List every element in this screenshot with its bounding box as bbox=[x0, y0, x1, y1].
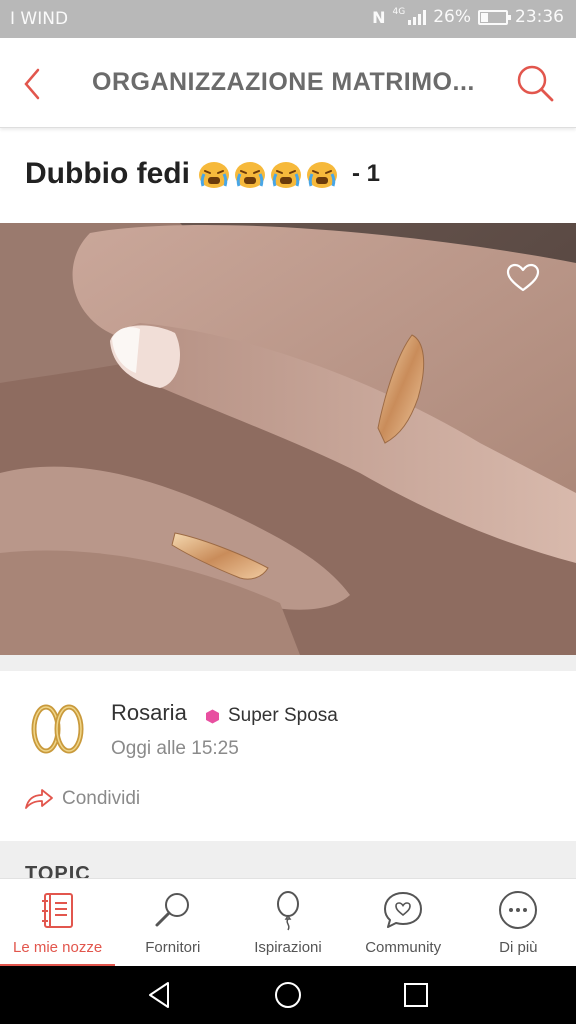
battery-percent: 26% bbox=[433, 7, 471, 27]
search-button[interactable] bbox=[514, 62, 558, 106]
topic-section: TOPIC bbox=[0, 841, 576, 878]
status-badge: Super Sposa bbox=[205, 705, 338, 727]
chat-heart-icon bbox=[384, 892, 423, 928]
post-timestamp: Oggi alle 15:25 bbox=[111, 738, 239, 759]
bottom-tab-bar: Le mie nozze Fornitori Ispirazioni Commu… bbox=[0, 878, 576, 967]
avatar[interactable] bbox=[26, 701, 88, 757]
share-arrow-icon bbox=[25, 789, 53, 809]
crying-face-emoji bbox=[306, 162, 337, 188]
tab-label: Di più bbox=[499, 939, 538, 956]
nfc-icon: N bbox=[372, 7, 386, 27]
emoji-group bbox=[198, 159, 338, 189]
back-triangle-icon[interactable] bbox=[144, 979, 176, 1011]
tab-label: Ispirazioni bbox=[254, 939, 322, 956]
crying-face-emoji bbox=[270, 162, 301, 188]
tab-label: Le mie nozze bbox=[12, 939, 103, 956]
balloon-icon bbox=[276, 891, 299, 931]
planner-book-icon bbox=[41, 893, 73, 928]
signal-icon bbox=[408, 9, 427, 25]
post-photo[interactable] bbox=[0, 223, 576, 655]
author-block: Rosaria Super Sposa Oggi alle 15:25 Cond… bbox=[0, 671, 576, 841]
tab-label: Community bbox=[365, 939, 442, 956]
status-icons: N 4G 26% 23:36 bbox=[372, 7, 564, 27]
app-bar: ORGANIZZAZIONE MATRIMO... bbox=[0, 38, 576, 128]
heart-outline-icon bbox=[506, 263, 540, 292]
share-button[interactable]: Condividi bbox=[24, 787, 140, 811]
tab-di-piu[interactable]: Di più bbox=[461, 879, 576, 967]
magnifier-icon bbox=[155, 893, 189, 927]
system-nav-bar bbox=[0, 966, 576, 1024]
topic-label: TOPIC bbox=[25, 863, 91, 878]
like-button[interactable] bbox=[506, 263, 540, 293]
search-icon bbox=[517, 65, 554, 102]
crying-face-emoji bbox=[234, 162, 265, 188]
status-bar: I WIND N 4G 26% 23:36 bbox=[0, 0, 576, 38]
app-bar-title: ORGANIZZAZIONE MATRIMO... bbox=[92, 68, 475, 96]
more-dots-icon bbox=[499, 891, 538, 929]
carrier-name: I WIND bbox=[10, 9, 69, 29]
tab-community[interactable]: Community bbox=[346, 879, 461, 967]
post-heading: Dubbio fedi - 1 bbox=[25, 157, 380, 191]
post-title: Dubbio fedi bbox=[25, 157, 190, 190]
hands-with-wedding-rings-photo bbox=[0, 223, 576, 655]
hexagon-badge-icon bbox=[206, 709, 219, 723]
tab-label: Fornitori bbox=[145, 939, 201, 956]
section-divider bbox=[0, 655, 576, 671]
author-name[interactable]: Rosaria bbox=[111, 700, 187, 726]
wedding-rings-avatar bbox=[31, 704, 84, 754]
network-type: 4G bbox=[392, 7, 406, 17]
home-circle-icon[interactable] bbox=[272, 979, 304, 1011]
chevron-left-icon bbox=[24, 68, 40, 100]
page-number: - 1 bbox=[351, 160, 380, 187]
share-label: Condividi bbox=[62, 788, 141, 809]
crying-face-emoji bbox=[198, 162, 229, 188]
recents-square-icon[interactable] bbox=[400, 979, 432, 1011]
battery-icon bbox=[478, 9, 511, 25]
back-button[interactable] bbox=[18, 62, 58, 106]
tab-le-mie-nozze[interactable]: Le mie nozze bbox=[0, 879, 116, 967]
tab-ispirazioni[interactable]: Ispirazioni bbox=[230, 879, 345, 967]
badge-label: Super Sposa bbox=[228, 705, 338, 726]
tab-fornitori[interactable]: Fornitori bbox=[115, 879, 230, 967]
clock: 23:36 bbox=[515, 7, 564, 27]
